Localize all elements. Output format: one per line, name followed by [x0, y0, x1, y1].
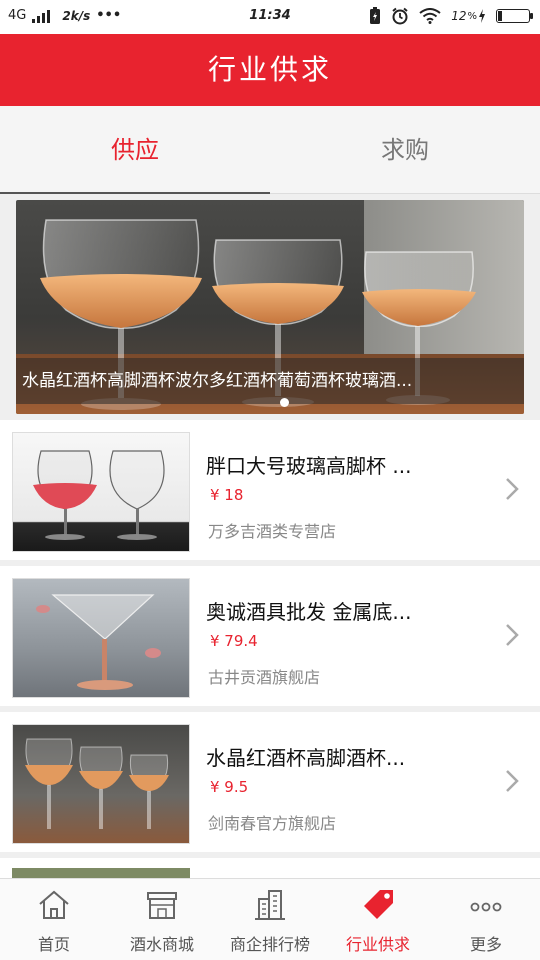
nav-supply-demand-label: 行业供求 [345, 935, 410, 954]
nav-store-label: 酒水商城 [129, 935, 194, 954]
nav-store[interactable]: 酒水商城 [108, 879, 216, 960]
product-thumbnail [12, 432, 190, 552]
nav-supply-demand[interactable]: 行业供求 [324, 879, 432, 960]
store-icon [147, 892, 177, 919]
buildings-icon [255, 890, 285, 920]
home-icon [39, 890, 69, 919]
battery-icon [496, 9, 533, 23]
chevron-right-icon [506, 624, 519, 646]
app-bar: 行业供求 [0, 34, 540, 106]
shop-name: 古井贡酒旗舰店 [208, 668, 321, 687]
status-right: 12 % [369, 7, 533, 25]
wifi-icon [419, 8, 441, 24]
nav-ranking-label: 商企排行榜 [229, 935, 310, 954]
nav-home[interactable]: 首页 [0, 879, 108, 960]
bottom-nav: 首页 酒水商城 商企排行榜 行业供求 更多 [0, 878, 540, 960]
list-item[interactable]: 水晶红酒杯高脚酒杯... ¥ 9.5 剑南春官方旗舰店 [0, 712, 540, 852]
product-thumbnail [12, 724, 190, 844]
chevron-right-icon [506, 478, 519, 500]
battery-saver-icon [370, 7, 381, 24]
tab-bar: 供应 求购 [0, 106, 540, 194]
chevron-right-icon [506, 770, 519, 792]
shop-name: 剑南春官方旗舰店 [208, 814, 337, 833]
banner-caption: 水晶红酒杯高脚酒杯波尔多红酒杯葡萄酒杯玻璃酒... [16, 358, 524, 404]
banner-carousel[interactable]: 水晶红酒杯高脚酒杯波尔多红酒杯葡萄酒杯玻璃酒... [16, 200, 524, 414]
product-thumbnail [12, 578, 190, 698]
page-title: 行业供求 [207, 53, 332, 86]
product-price: ¥ 9.5 [210, 778, 249, 796]
nav-ranking[interactable]: 商企排行榜 [216, 879, 324, 960]
shop-name: 万多吉酒类专营店 [208, 522, 337, 541]
tag-icon [364, 890, 393, 919]
percent-sign: % [467, 10, 477, 22]
product-price: ¥ 79.4 [210, 632, 258, 650]
product-name: 水晶红酒杯高脚酒杯... [206, 746, 406, 770]
tab-supply[interactable]: 供应 [0, 106, 270, 194]
more-icon [470, 902, 502, 912]
product-price: ¥ 18 [210, 486, 244, 504]
battery-percent: 12 [451, 9, 467, 23]
carousel-indicator [280, 398, 289, 407]
product-name: 胖口大号玻璃高脚杯 ... [206, 454, 412, 478]
nav-more[interactable]: 更多 [432, 879, 540, 960]
list-item[interactable]: 奥诚酒具批发 金属底... ¥ 79.4 古井贡酒旗舰店 [0, 566, 540, 706]
tab-demand[interactable]: 求购 [270, 106, 540, 193]
nav-more-label: 更多 [469, 935, 502, 954]
charging-icon [479, 9, 485, 23]
nav-home-label: 首页 [37, 935, 70, 954]
product-name: 奥诚酒具批发 金属底... [206, 600, 412, 624]
alarm-icon [392, 7, 408, 25]
list-item[interactable]: 胖口大号玻璃高脚杯 ... ¥ 18 万多吉酒类专营店 [0, 420, 540, 560]
status-bar: 4G 2k/s ••• 11:34 12 % [0, 0, 540, 34]
